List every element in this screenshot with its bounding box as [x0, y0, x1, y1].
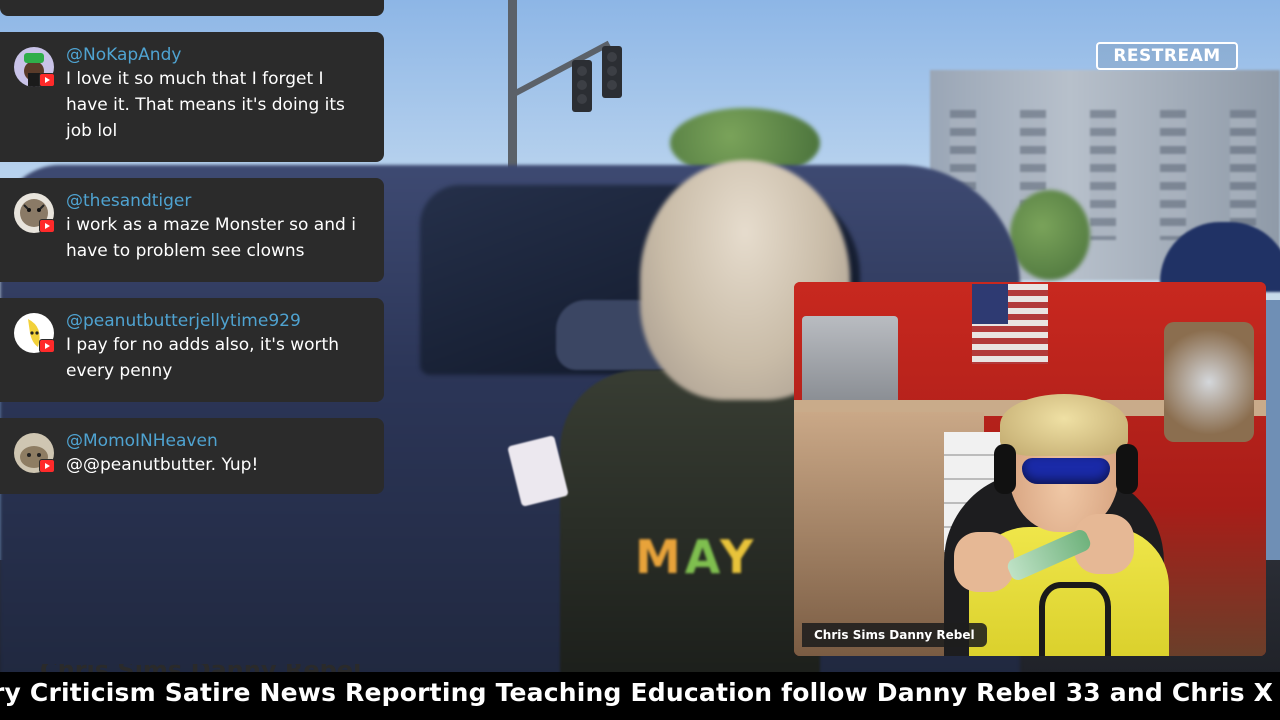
restream-logo: RESTREAM: [1096, 42, 1238, 70]
chat-username: @peanutbutterjellytime929: [66, 311, 301, 331]
chat-text: i work as a maze Monster so and i have t…: [66, 215, 356, 261]
youtube-icon: [39, 219, 55, 233]
us-flag: [972, 284, 1048, 364]
chat-username: @MomoINHeaven: [66, 431, 218, 451]
youtube-icon: [39, 339, 55, 353]
streamer-hands: [954, 532, 1014, 592]
chat-message: @MomoINHeaven @@peanutbutter. Yup!: [0, 418, 384, 494]
chat-message-previous: [0, 0, 384, 16]
traffic-light-icon: [602, 46, 622, 98]
news-ticker: ry Criticism Satire News Reporting Teach…: [0, 672, 1280, 720]
webcam-name-label: Chris Sims Danny Rebel: [802, 623, 987, 647]
shirt-symbol: [1039, 582, 1111, 656]
streamer-hair: [1000, 394, 1128, 456]
jacket-lettering: MAY: [635, 530, 758, 584]
chat-message: @peanutbutterjellytime929 I pay for no a…: [0, 298, 384, 402]
glass-lathe: [1164, 322, 1254, 442]
chat-message: @NoKapAndy I love it so much that I forg…: [0, 32, 384, 162]
chat-text: I pay for no adds also, it's worth every…: [66, 335, 339, 381]
chat-message: @thesandtiger i work as a maze Monster s…: [0, 178, 384, 282]
traffic-light-pole: [508, 0, 517, 170]
person-body: [560, 370, 820, 680]
tree: [1010, 190, 1090, 280]
chat-text: I love it so much that I forget I have i…: [66, 69, 345, 141]
webcam-feed: Chris Sims Danny Rebel: [794, 282, 1266, 656]
chat-username: @NoKapAndy: [66, 45, 182, 65]
headset-icon: [994, 444, 1016, 494]
chat-username: @thesandtiger: [66, 191, 192, 211]
chat-text: @@peanutbutter. Yup!: [66, 455, 259, 475]
traffic-light-icon: [572, 60, 592, 112]
stream-frame: MAY RESTREAM @NoKapAndy I love it so muc…: [0, 0, 1280, 720]
sunglasses: [1022, 458, 1110, 484]
youtube-icon: [39, 73, 55, 87]
youtube-icon: [39, 459, 55, 473]
ticker-text: ry Criticism Satire News Reporting Teach…: [0, 678, 1280, 707]
